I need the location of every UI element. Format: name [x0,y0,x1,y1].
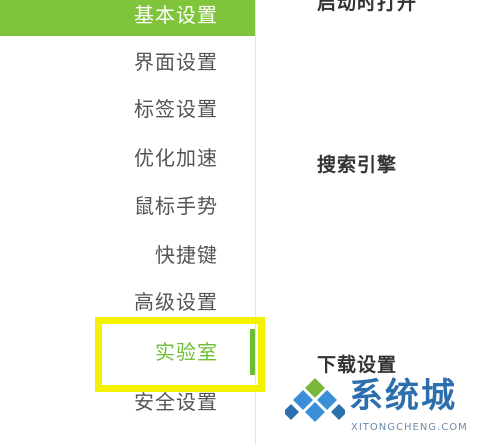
sidebar-item-advanced-settings[interactable]: 高级设置 [0,282,255,322]
watermark-logo-icon [285,378,345,422]
sidebar-item-mouse-gestures[interactable]: 鼠标手势 [0,186,255,226]
section-title-search-engine: 搜索引擎 [317,154,398,176]
sidebar-item-label: 高级设置 [134,290,218,314]
watermark: 系统城 XITONGCHENG.COM [285,372,480,445]
watermark-title: 系统城 [349,376,457,416]
watermark-subtitle: XITONGCHENG.COM [351,422,468,433]
sidebar-item-optimize-speed[interactable]: 优化加速 [0,138,255,178]
sidebar-item-shortcuts[interactable]: 快捷键 [0,235,255,275]
highlight-annotation [95,317,265,392]
sidebar-item-label: 快捷键 [155,243,218,267]
sidebar-item-interface-settings[interactable]: 界面设置 [0,42,255,82]
sidebar-item-label: 基本设置 [134,3,218,27]
sidebar-item-tab-settings[interactable]: 标签设置 [0,89,255,129]
sidebar-item-label: 鼠标手势 [134,194,218,218]
sidebar-item-label: 界面设置 [134,50,218,74]
sidebar-item-basic-settings[interactable]: 基本设置 [0,0,255,36]
sidebar-item-label: 优化加速 [134,146,218,170]
sidebar-item-label: 标签设置 [134,97,218,121]
section-title-startup: 启动时打开 [317,0,418,14]
